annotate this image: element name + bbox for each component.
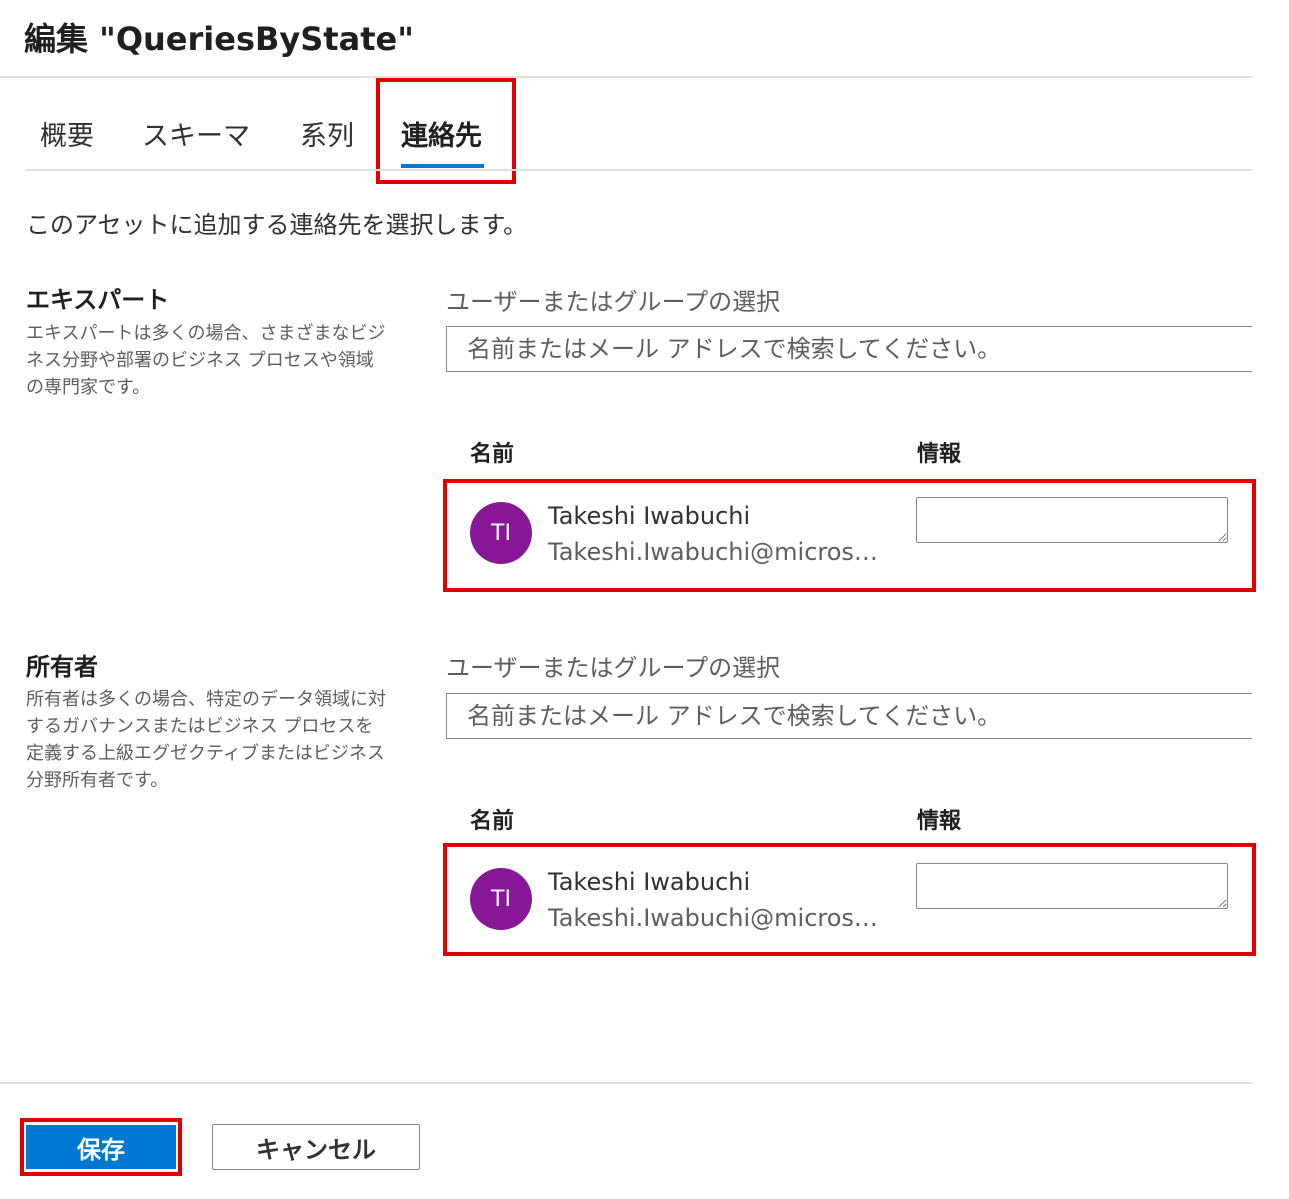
owners-title: 所有者 [26, 653, 98, 681]
save-button[interactable]: 保存 [26, 1125, 176, 1169]
owners-search-input[interactable] [446, 693, 1252, 739]
experts-title: エキスパート [26, 286, 170, 314]
owners-col-name: 名前 [470, 809, 515, 834]
owners-description: 所有者は多くの場合、特定のデータ領域に対するガバナンスまたはビジネス プロセスを… [26, 689, 386, 791]
tab-overview[interactable]: 概要 [40, 114, 94, 153]
cancel-button[interactable]: キャンセル [212, 1124, 420, 1170]
intro-text: このアセットに追加する連絡先を選択します。 [26, 211, 528, 239]
tab-schema[interactable]: スキーマ [142, 114, 250, 153]
owners-col-info: 情報 [917, 809, 962, 834]
tab-lineage[interactable]: 系列 [300, 114, 354, 153]
footer-divider [0, 1082, 1252, 1084]
tabs-divider [25, 169, 1252, 171]
avatar: TI [470, 502, 532, 564]
experts-col-name: 名前 [470, 442, 515, 467]
experts-description: エキスパートは多くの場合、さまざまなビジネス分野や部署のビジネス プロセスや領域… [26, 323, 386, 398]
owner-name: Takeshi Iwabuchi [548, 868, 751, 896]
owner-email: Takeshi.Iwabuchi@microsof... [548, 904, 888, 932]
expert-email: Takeshi.Iwabuchi@microsof... [548, 538, 888, 566]
expert-name: Takeshi Iwabuchi [548, 502, 751, 530]
experts-col-info: 情報 [917, 442, 962, 467]
expert-info-input[interactable] [916, 497, 1228, 543]
experts-select-label: ユーザーまたはグループの選択 [446, 288, 781, 316]
header-divider [0, 76, 1252, 78]
experts-search-input[interactable] [446, 326, 1252, 372]
owner-info-input[interactable] [916, 863, 1228, 909]
avatar: TI [470, 868, 532, 930]
page-title: 編集 "QueriesByState" [24, 20, 414, 58]
owners-select-label: ユーザーまたはグループの選択 [446, 654, 781, 682]
